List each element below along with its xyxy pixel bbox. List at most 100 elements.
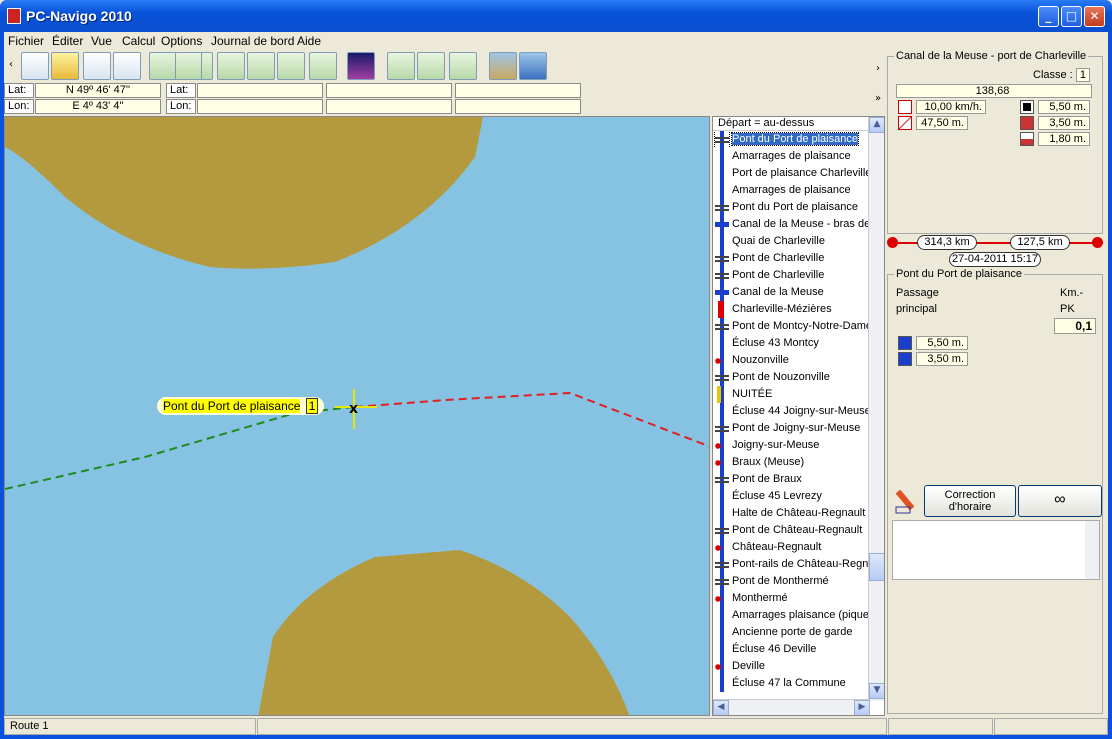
scroll-left-icon[interactable]: ◀ (713, 700, 729, 715)
list-item[interactable]: Joigny-sur-Meuse (713, 437, 871, 454)
horizontal-scrollbar[interactable]: ◀ ▶ (713, 699, 870, 715)
vertical-scrollbar[interactable]: ▲ ▼ (868, 117, 884, 701)
list-item[interactable]: Pont de Charleville (713, 267, 871, 284)
schedule-correction-button[interactable]: Correction d'horaire (924, 485, 1016, 517)
list-item[interactable]: Écluse 45 Levrezy (713, 488, 871, 505)
quay-icon (715, 505, 729, 522)
route-select-icon[interactable] (387, 52, 415, 80)
waypoint-list[interactable]: Départ = au-dessus Pont du Port de plais… (712, 116, 885, 716)
class-label: Classe : (1033, 69, 1073, 81)
lock-icon (715, 403, 729, 420)
lat-label: Lat: (4, 83, 34, 98)
list-item[interactable]: Écluse 47 la Commune (713, 675, 871, 692)
list-item[interactable]: Pont du Port de plaisance (713, 131, 871, 148)
list-item[interactable]: Pont de Monthermé (713, 573, 871, 590)
lock-icon (715, 641, 729, 658)
drag-hand-icon[interactable] (277, 52, 305, 80)
map-view[interactable]: x Pont du Port de plaisance 1 (4, 116, 710, 716)
list-item[interactable]: Canal de la Meuse - bras de M (713, 216, 871, 233)
notes-textarea[interactable] (892, 520, 1100, 580)
list-item[interactable]: Pont de Montcy-Notre-Dame (713, 318, 871, 335)
refresh-icon[interactable] (449, 52, 477, 80)
scroll-right-icon[interactable]: ▶ (854, 700, 870, 715)
list-item[interactable]: Écluse 44 Joigny-sur-Meuse (713, 403, 871, 420)
pan-hand-icon[interactable] (247, 52, 275, 80)
scroll-up-icon[interactable]: ▲ (869, 117, 884, 133)
open-folder-icon[interactable] (51, 52, 79, 80)
toolbar-scroll-left[interactable]: ‹ (5, 56, 17, 74)
binoculars-icon: ∞ (1054, 491, 1066, 508)
save-icon[interactable] (83, 52, 111, 80)
mooring-icon (715, 607, 729, 624)
village-icon (715, 590, 729, 607)
new-document-icon[interactable] (21, 52, 49, 80)
list-item[interactable]: Amarrages de plaisance (713, 148, 871, 165)
route-point-label[interactable]: Pont du Port de plaisance 1 (157, 397, 325, 415)
map-canvas[interactable]: x (5, 117, 710, 716)
list-item[interactable]: Deville (713, 658, 871, 675)
list-item[interactable]: Quai de Charleville (713, 233, 871, 250)
list-item[interactable]: Nouzonville (713, 352, 871, 369)
list-item[interactable]: Château-Regnault (713, 539, 871, 556)
menu-editer[interactable]: Éditer (52, 34, 83, 48)
zoom-dropdown-icon[interactable] (201, 52, 213, 80)
info-icon[interactable] (217, 52, 245, 80)
zoom-in-icon[interactable] (149, 52, 177, 80)
list-item[interactable]: Pont-rails de Château-Regnau (713, 556, 871, 573)
scroll-thumb[interactable] (869, 553, 884, 581)
list-item[interactable]: Canal de la Meuse (713, 284, 871, 301)
map-icon[interactable] (489, 52, 517, 80)
distance-done: 314,3 km (917, 235, 977, 250)
list-item[interactable]: Monthermé (713, 590, 871, 607)
list-item[interactable]: Pont de Charleville (713, 250, 871, 267)
list-item[interactable]: Pont de Nouzonville (713, 369, 871, 386)
scroll-down-icon[interactable]: ▼ (869, 683, 884, 699)
list-item[interactable]: Braux (Meuse) (713, 454, 871, 471)
list-item[interactable]: Halte de Château-Regnault (713, 505, 871, 522)
route-next-line (354, 391, 709, 448)
app-icon (7, 8, 21, 24)
menu-calcul[interactable]: Calcul (122, 34, 155, 48)
edit-pencil-icon[interactable] (892, 487, 920, 515)
junction-icon (715, 284, 729, 301)
route-edit-icon[interactable] (417, 52, 445, 80)
menu-journal[interactable]: Journal de bord (211, 34, 294, 48)
height-value-3: 1,80 m. (1038, 132, 1090, 146)
list-item[interactable]: Amarrages de plaisance (713, 182, 871, 199)
menu-options[interactable]: Options (161, 34, 202, 48)
bridge-icon (715, 556, 729, 573)
status-bar: Route 1 (4, 718, 1108, 735)
chart-overview-icon[interactable] (519, 52, 547, 80)
list-item[interactable]: Pont de Joigny-sur-Meuse (713, 420, 871, 437)
list-item[interactable]: Amarrages plaisance (pique-n (713, 607, 871, 624)
menu-fichier[interactable]: Fichier (8, 34, 44, 48)
menu-aide[interactable]: Aide (297, 34, 321, 48)
lat-value-2 (197, 83, 323, 98)
list-item[interactable]: Ancienne porte de garde (713, 624, 871, 641)
title-bar[interactable]: PC-Navigo 2010 _ □ ✕ (0, 0, 1112, 32)
list-item[interactable]: Pont de Braux (713, 471, 871, 488)
close-button[interactable]: ✕ (1084, 6, 1105, 27)
night-mode-icon[interactable] (347, 52, 375, 80)
bridge-icon (715, 199, 729, 216)
maximize-button[interactable]: □ (1061, 6, 1082, 27)
list-item[interactable]: Charleville-Mézières (713, 301, 871, 318)
zoom-out-icon[interactable] (175, 52, 203, 80)
bridge-icon (715, 267, 729, 284)
binoculars-button[interactable]: ∞ (1018, 485, 1102, 517)
collapse-panel-icon[interactable]: » (870, 90, 886, 108)
print-icon[interactable] (113, 52, 141, 80)
select-point-icon[interactable] (309, 52, 337, 80)
list-item-label: Amarrages plaisance (pique-n (732, 609, 871, 621)
menu-vue[interactable]: Vue (91, 34, 112, 48)
expand-right-icon[interactable]: › (872, 60, 884, 78)
list-item[interactable]: Écluse 43 Montcy (713, 335, 871, 352)
list-item[interactable]: Pont de Château-Regnault (713, 522, 871, 539)
list-item[interactable]: NUITÉE (713, 386, 871, 403)
list-item[interactable]: Port de plaisance Charleville (713, 165, 871, 182)
list-item[interactable]: Pont du Port de plaisance (713, 199, 871, 216)
minimize-button[interactable]: _ (1038, 6, 1059, 27)
notes-scrollbar[interactable] (1085, 521, 1099, 579)
list-item[interactable]: Écluse 46 Deville (713, 641, 871, 658)
list-item-label: Canal de la Meuse - bras de M (732, 218, 871, 230)
